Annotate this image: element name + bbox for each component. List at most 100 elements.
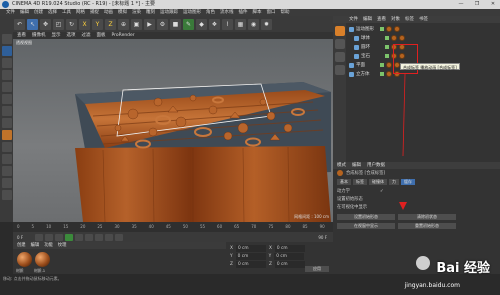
object-manager-menu-item[interactable]: 文件 [349, 16, 358, 23]
visibility-check-icon[interactable] [385, 45, 389, 49]
menu-item[interactable]: 插件 [239, 9, 248, 16]
visibility-check-icon[interactable] [380, 63, 384, 67]
axis-x-button[interactable]: X [79, 18, 90, 30]
attribute-subtab[interactable]: 缓存 [401, 179, 415, 185]
workplane-mode-icon[interactable] [1, 70, 12, 80]
size-field[interactable]: 0 cm [274, 253, 305, 260]
menu-item[interactable]: 流水线 [220, 9, 234, 16]
render-picture-viewer-icon[interactable]: ▶ [144, 18, 155, 30]
play-icon[interactable] [65, 233, 73, 241]
snap-icon[interactable] [1, 142, 12, 152]
menu-item[interactable]: 创建 [34, 9, 43, 16]
object-row[interactable]: 立方体 [349, 70, 499, 78]
move-icon[interactable]: ✥ [40, 18, 51, 30]
attribute-value[interactable]: ✓ [380, 189, 384, 194]
menu-item[interactable]: 窗口 [267, 9, 276, 16]
menu-item[interactable]: 工具 [62, 9, 71, 16]
dynamics-tag-icon[interactable] [391, 35, 397, 41]
model-mode-icon[interactable] [1, 46, 12, 56]
end-frame-field[interactable]: 90 F [318, 235, 327, 240]
floor-icon[interactable]: ▦ [235, 18, 246, 30]
menu-item[interactable]: 脚本 [253, 9, 262, 16]
menu-item[interactable]: 运动图形 [183, 9, 201, 16]
previous-frame-icon[interactable] [55, 233, 63, 241]
deformer-icon[interactable]: ⌇ [222, 18, 233, 30]
position-field[interactable]: 0 cm [235, 253, 266, 260]
select-icon[interactable]: ↖ [27, 18, 38, 30]
undo-icon[interactable]: ↶ [14, 18, 25, 30]
object-row[interactable]: 圆环 [349, 43, 499, 51]
visibility-check-icon[interactable] [385, 54, 389, 58]
rotate-icon[interactable]: ↻ [66, 18, 77, 30]
material-menu-item[interactable]: 纹理 [58, 242, 67, 249]
content-browser-tab-icon[interactable] [334, 39, 345, 49]
structure-tab-icon[interactable] [334, 52, 345, 62]
minimize-button[interactable]: — [456, 0, 466, 9]
menu-item[interactable]: 渲染 [132, 9, 141, 16]
visibility-check-icon[interactable] [380, 72, 384, 76]
menu-item[interactable]: 捕捉 [90, 9, 99, 16]
cube-icon[interactable]: ■ [170, 18, 181, 30]
menu-item[interactable]: 帮助 [281, 9, 290, 16]
attribute-subtab[interactable]: 力 [389, 179, 399, 185]
material-tag-icon[interactable] [394, 26, 400, 32]
menu-item[interactable]: 模拟 [118, 9, 127, 16]
paint-icon[interactable] [1, 190, 12, 200]
tweak-mode-icon[interactable] [1, 130, 12, 140]
apply-button[interactable]: 应用 [305, 266, 329, 272]
attribute-menu-item[interactable]: 编辑 [352, 162, 361, 169]
menu-item[interactable]: 动画 [104, 9, 113, 16]
menu-item[interactable]: 网格 [76, 9, 85, 16]
texture-mode-icon[interactable] [1, 58, 12, 68]
object-row[interactable]: 宝石 [349, 52, 499, 60]
perspective-viewport[interactable]: 查看 摄像机 显示 选项 过滤 面板 ProRender 透视视图 网格间距:… [13, 32, 333, 222]
autokey-icon[interactable] [115, 233, 123, 241]
light-icon[interactable]: ✹ [261, 18, 272, 30]
record-icon[interactable] [105, 233, 113, 241]
menu-item[interactable]: 雕刻 [146, 9, 155, 16]
menu-item[interactable]: 运动跟踪 [160, 9, 178, 16]
attribute-menu-item[interactable]: 用户数据 [367, 162, 385, 169]
render-view-icon[interactable]: ▣ [131, 18, 142, 30]
go-to-start-icon[interactable] [35, 233, 43, 241]
current-frame-field[interactable]: 0 F [17, 235, 33, 240]
material-menu-item[interactable]: 创建 [17, 242, 26, 249]
visibility-check-icon[interactable] [380, 27, 384, 31]
axis-mode-icon[interactable] [1, 118, 12, 128]
dynamics-tag-icon[interactable] [386, 62, 392, 68]
position-field[interactable]: 0 cm [235, 245, 266, 252]
object-manager-menu-item[interactable]: 对象 [391, 16, 400, 23]
object-row[interactable]: 球体 [349, 34, 499, 42]
material-tag-icon[interactable] [399, 35, 405, 41]
attribute-subtab[interactable]: 基本 [337, 179, 351, 185]
dynamics-tag-icon[interactable] [386, 71, 392, 77]
object-manager-menu-item[interactable]: 书签 [419, 16, 428, 23]
visibility-check-icon[interactable] [385, 36, 389, 40]
attribute-subtab[interactable]: 碰撞体 [369, 179, 387, 185]
material-menu-item[interactable]: 功能 [44, 242, 53, 249]
render-settings-icon[interactable]: ⚙ [157, 18, 168, 30]
attribute-menu-item[interactable]: 模式 [337, 162, 346, 169]
menu-item[interactable]: 选择 [48, 9, 57, 16]
material-swatch[interactable] [17, 252, 32, 267]
axis-z-button[interactable]: Z [105, 18, 116, 30]
polygons-mode-icon[interactable] [1, 106, 12, 116]
camera-icon[interactable]: ◉ [248, 18, 259, 30]
menu-item[interactable]: 文件 [6, 9, 15, 16]
previous-key-icon[interactable] [45, 233, 53, 241]
menu-item[interactable]: 角色 [206, 9, 215, 16]
lock-workplane-icon[interactable] [1, 166, 12, 176]
cloner-icon[interactable]: ❖ [209, 18, 220, 30]
points-mode-icon[interactable] [1, 82, 12, 92]
size-field[interactable]: 0 cm [274, 245, 305, 252]
menu-item[interactable]: 编辑 [20, 9, 29, 16]
object-manager-menu-item[interactable]: 编辑 [363, 16, 372, 23]
timeline-ruler[interactable]: 0 5 10 15 20 25 30 35 40 45 50 55 60 65 70 75 80 85 90 [13, 222, 333, 232]
material-swatch[interactable] [35, 252, 50, 267]
workplane-icon[interactable] [1, 154, 12, 164]
object-row[interactable]: 运动图形 [349, 25, 499, 33]
size-field[interactable]: 0 cm [274, 261, 305, 268]
next-frame-icon[interactable] [75, 233, 83, 241]
maximize-button[interactable]: ❐ [472, 0, 482, 9]
next-key-icon[interactable] [85, 233, 93, 241]
